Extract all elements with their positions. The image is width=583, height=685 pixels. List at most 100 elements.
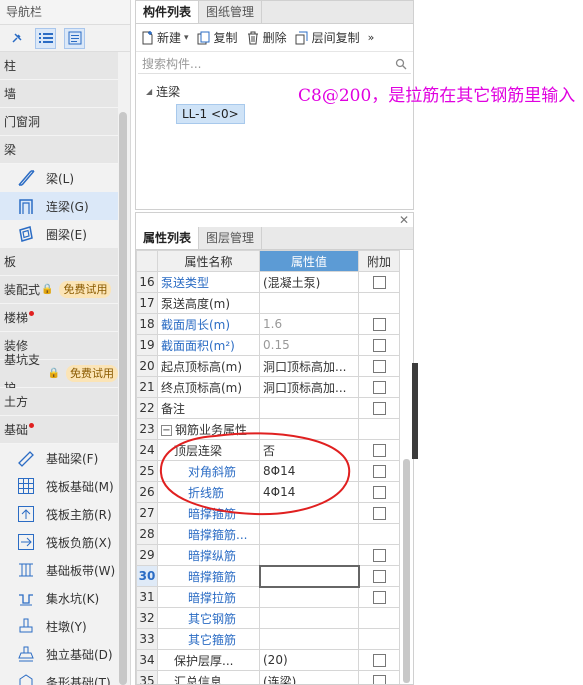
nav-item-raft-main-rebar[interactable]: 筏板主筋(R) — [0, 500, 118, 528]
nav-category-beam[interactable]: 梁 — [0, 136, 118, 164]
nav-item-strip-footing[interactable]: 条形基础(T) — [0, 668, 118, 685]
tab-component-list[interactable]: 构件列表 — [136, 1, 200, 23]
nav-category-opening[interactable]: 门窗洞 — [0, 108, 118, 136]
tree-leaf-ll1[interactable]: LL-1 <0> — [176, 104, 245, 124]
nav-item-foundation-strip[interactable]: 基础板带(W) — [0, 556, 118, 584]
nav-category-foundation[interactable]: 基础 — [0, 416, 118, 444]
property-value[interactable] — [259, 292, 359, 314]
nav-category-earthwork[interactable]: 土方 — [0, 388, 118, 416]
extra-checkbox[interactable] — [372, 570, 386, 583]
property-row[interactable]: 23− 钢筋业务属性 — [136, 418, 400, 440]
extra-checkbox[interactable] — [372, 402, 386, 415]
extra-checkbox[interactable] — [372, 318, 386, 331]
property-row[interactable]: 35 汇总信息 (连梁) — [136, 670, 400, 684]
extra-checkbox[interactable] — [372, 381, 386, 394]
nav-item-coupling-beam[interactable]: 连梁(G) — [0, 192, 118, 220]
property-value[interactable] — [259, 586, 359, 608]
property-value[interactable]: 0.15 — [259, 334, 359, 356]
nav-category-pit-support[interactable]: 基坑支护 🔒 免费试用 — [0, 353, 118, 395]
nav-item-column-pier[interactable]: 柱墩(Y) — [0, 612, 118, 640]
property-row[interactable]: 32 其它钢筋 — [136, 607, 400, 629]
property-value[interactable]: 洞口顶标高加... — [259, 355, 359, 377]
property-row[interactable]: 33 其它箍筋 — [136, 628, 400, 650]
property-value[interactable]: (混凝土泵) — [259, 271, 359, 293]
close-icon[interactable]: ✕ — [399, 213, 409, 227]
tab-layer-management[interactable]: 图层管理 — [199, 227, 263, 249]
trial-badge[interactable]: 免费试用 — [66, 365, 118, 382]
property-row[interactable]: 27 暗撑箍筋 — [136, 502, 400, 524]
extra-checkbox[interactable] — [372, 507, 386, 520]
pin-icon[interactable] — [6, 28, 27, 49]
nav-item-beam[interactable]: 梁(L) — [0, 164, 118, 192]
floor-copy-button[interactable]: 层间复制 — [295, 29, 360, 46]
nav-category-slab[interactable]: 板 — [0, 248, 118, 276]
nav-scrollbar[interactable] — [119, 112, 127, 685]
extra-checkbox[interactable] — [372, 675, 386, 684]
search-input[interactable]: 搜索构件... — [142, 55, 201, 72]
nav-category-wall[interactable]: 墙 — [0, 80, 118, 108]
extra-checkbox[interactable] — [372, 591, 386, 604]
property-scrollbar[interactable] — [403, 459, 410, 683]
property-value[interactable] — [259, 544, 359, 566]
extra-checkbox[interactable] — [372, 276, 386, 289]
nav-category-stairs[interactable]: 楼梯 — [0, 304, 118, 332]
property-row[interactable]: 19 截面面积(m²) 0.15 — [136, 334, 400, 356]
extra-checkbox[interactable] — [372, 444, 386, 457]
property-value[interactable] — [259, 502, 359, 524]
property-row[interactable]: 17 泵送高度(m) — [136, 292, 400, 314]
property-row[interactable]: 21 终点顶标高(m) 洞口顶标高加... — [136, 376, 400, 398]
panel-splitter[interactable] — [412, 363, 418, 459]
property-row[interactable]: 28 暗撑箍筋... — [136, 523, 400, 545]
property-row[interactable]: 26 折线筋 4Φ14 — [136, 481, 400, 503]
collapse-arrow-icon[interactable]: ◢ — [146, 87, 152, 96]
property-value[interactable] — [259, 397, 359, 419]
extra-checkbox[interactable] — [372, 339, 386, 352]
extra-checkbox[interactable] — [372, 654, 386, 667]
property-row[interactable]: 31 暗撑拉筋 — [136, 586, 400, 608]
nav-item-raft-neg-rebar[interactable]: 筏板负筋(X) — [0, 528, 118, 556]
property-value[interactable]: 否 — [259, 439, 359, 461]
nav-item-isolated-footing[interactable]: 独立基础(D) — [0, 640, 118, 668]
nav-item-sump-pit[interactable]: 集水坑(K) — [0, 584, 118, 612]
property-value[interactable]: 洞口顶标高加... — [259, 376, 359, 398]
extra-checkbox[interactable] — [372, 486, 386, 499]
property-row[interactable]: 34 保护层厚... (20) — [136, 649, 400, 671]
property-row[interactable]: 20 起点顶标高(m) 洞口顶标高加... — [136, 355, 400, 377]
property-value[interactable]: (20) — [259, 649, 359, 671]
property-row[interactable]: 18 截面周长(m) 1.6 — [136, 313, 400, 335]
property-value[interactable] — [259, 418, 359, 440]
nav-category-column[interactable]: 柱 — [0, 52, 118, 80]
extra-checkbox[interactable] — [372, 549, 386, 562]
detail-view-icon[interactable] — [64, 27, 85, 49]
property-row[interactable]: 25 对角斜筋 8Φ14 — [136, 460, 400, 482]
nav-item-raft-foundation[interactable]: 筏板基础(M) — [0, 472, 118, 500]
extra-checkbox[interactable] — [372, 465, 386, 478]
copy-button[interactable]: 复制 — [197, 29, 238, 46]
nav-item-foundation-beam[interactable]: 基础梁(F) — [0, 444, 118, 472]
property-row[interactable]: 16 泵送类型 (混凝土泵) — [136, 271, 400, 293]
nav-category-prefab[interactable]: 装配式 🔒 免费试用 — [0, 276, 118, 304]
delete-button[interactable]: 删除 — [246, 29, 287, 46]
property-value[interactable]: 4Φ14 — [259, 481, 359, 503]
component-search[interactable]: 搜索构件... — [138, 54, 411, 74]
property-row[interactable]: 22 备注 — [136, 397, 400, 419]
new-button[interactable]: 新建 ▾ — [140, 29, 189, 46]
toolbar-more-button[interactable]: » — [368, 31, 375, 44]
property-value[interactable] — [259, 607, 359, 629]
chevron-down-icon[interactable]: ▾ — [184, 33, 189, 43]
property-value[interactable]: 8Φ14 — [259, 460, 359, 482]
nav-item-ring-beam[interactable]: 圈梁(E) — [0, 220, 118, 248]
tab-drawing-management[interactable]: 图纸管理 — [199, 1, 263, 23]
collapse-minus-icon[interactable]: − — [161, 424, 172, 436]
property-value[interactable] — [259, 628, 359, 650]
property-value[interactable]: 1.6 — [259, 313, 359, 335]
property-row[interactable]: 24 顶层连梁 否 — [136, 439, 400, 461]
property-row[interactable]: 29 暗撑纵筋 — [136, 544, 400, 566]
property-row[interactable]: 30 暗撑箍筋 — [136, 564, 400, 588]
trial-badge[interactable]: 免费试用 — [59, 281, 112, 298]
property-value[interactable]: (连梁) — [259, 670, 359, 684]
tab-property-list[interactable]: 属性列表 — [136, 227, 200, 249]
property-value[interactable] — [259, 523, 359, 545]
property-value[interactable] — [258, 564, 360, 588]
extra-checkbox[interactable] — [372, 360, 386, 373]
